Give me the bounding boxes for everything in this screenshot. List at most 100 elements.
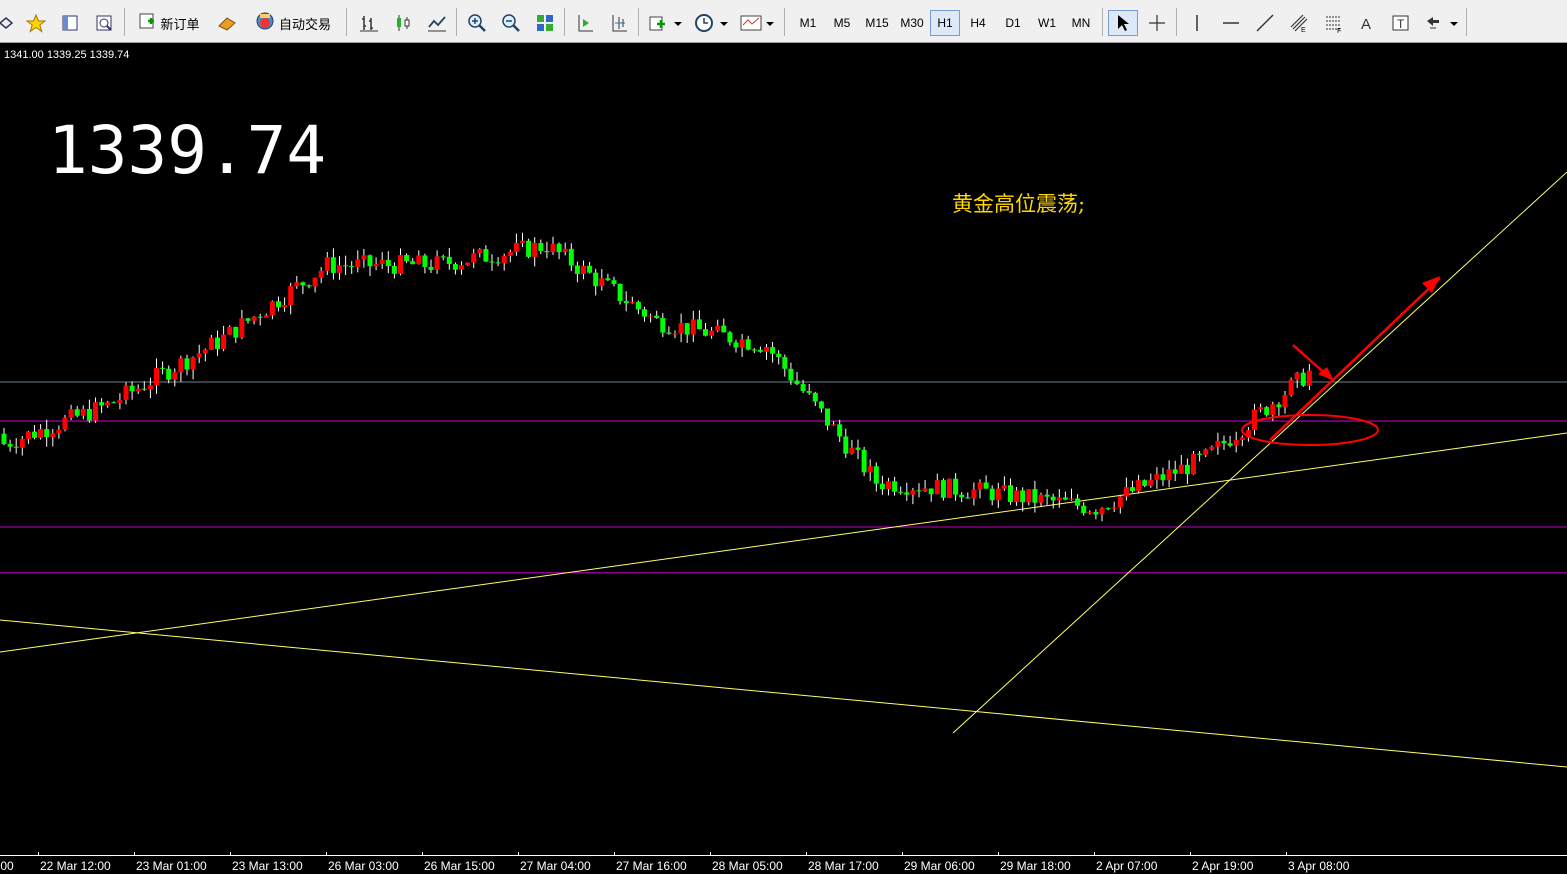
fibonacci-icon[interactable]: F	[1318, 10, 1348, 36]
candle-body	[928, 488, 934, 495]
candle-body	[1264, 407, 1270, 415]
auto-trade-button[interactable]: 自动交易	[244, 10, 342, 36]
cursor-icon[interactable]	[1108, 10, 1138, 36]
horizontal-line-icon[interactable]	[1216, 10, 1246, 36]
favorites-star-icon[interactable]	[22, 10, 50, 36]
candle-body	[349, 266, 355, 268]
tile-windows-icon[interactable]	[530, 10, 560, 36]
candle-body	[526, 240, 532, 257]
candle-body	[208, 337, 214, 350]
candle-body	[422, 255, 428, 267]
trendline-icon[interactable]	[1250, 10, 1280, 36]
time-axis-tick	[230, 852, 231, 856]
toolbar-separator	[1176, 8, 1177, 36]
new-order-button[interactable]: 新订单	[130, 10, 208, 36]
candle-body	[129, 385, 135, 392]
autoscroll-icon[interactable]	[570, 10, 600, 36]
candle-body	[617, 283, 623, 302]
candle-body	[1233, 439, 1239, 446]
candle-body	[635, 302, 641, 310]
timeframe-w1[interactable]: W1	[1031, 10, 1063, 36]
candle-body	[324, 257, 330, 271]
timeframe-mn[interactable]: MN	[1064, 10, 1098, 36]
candle-body	[1294, 372, 1300, 380]
timeframe-m15[interactable]: M15	[860, 10, 894, 36]
time-axis-label: 28 Mar 17:00	[808, 859, 879, 873]
candle-body	[227, 326, 233, 335]
toolbar-separator	[1466, 8, 1467, 36]
candle-body	[318, 270, 324, 278]
timeframe-d1[interactable]: D1	[997, 10, 1029, 36]
timeframe-m30[interactable]: M30	[895, 10, 929, 36]
zoom-in-icon[interactable]	[462, 10, 492, 36]
candlestick-icon[interactable]	[388, 10, 418, 36]
strategy-tester-icon[interactable]	[90, 10, 118, 36]
text-label-icon[interactable]: T	[1386, 10, 1416, 36]
candle-body	[123, 385, 129, 401]
toolbar-separator	[1102, 8, 1103, 36]
time-axis-label: 27 Mar 16:00	[616, 859, 687, 873]
zoom-out-icon[interactable]	[496, 10, 526, 36]
navigator-icon[interactable]	[56, 10, 84, 36]
chart-arrow-icon[interactable]	[0, 10, 16, 36]
candle-body	[904, 492, 910, 495]
candle-body	[154, 367, 159, 386]
candle-body	[184, 358, 190, 370]
candle-body	[733, 342, 739, 348]
crosshair-icon[interactable]	[1142, 10, 1172, 36]
candle-body	[93, 402, 98, 421]
timeframe-h1[interactable]: H1	[930, 10, 960, 36]
timeframe-h4[interactable]: H4	[962, 10, 994, 36]
candle-body	[373, 263, 379, 267]
candle-body	[1093, 512, 1099, 515]
candle-body	[678, 323, 684, 334]
chart-shift-icon[interactable]	[604, 10, 634, 36]
candle-body	[80, 408, 86, 416]
candle-body	[471, 253, 477, 263]
time-axis-tick	[134, 852, 135, 856]
candle-body	[861, 449, 867, 473]
timeframe-m1[interactable]: M1	[792, 10, 824, 36]
candle-body	[160, 367, 166, 369]
candle-body	[867, 466, 873, 473]
arrows-icon[interactable]	[1420, 10, 1462, 36]
indicators-icon[interactable]	[644, 10, 686, 36]
equidistant-channel-icon[interactable]: E	[1284, 10, 1314, 36]
text-icon[interactable]: A	[1352, 10, 1382, 36]
candle-body	[1, 433, 7, 445]
periods-icon[interactable]	[690, 10, 732, 36]
candle-body	[465, 262, 471, 266]
toolbar-separator	[346, 8, 347, 36]
candle-body	[398, 255, 403, 274]
timeframe-m5[interactable]: M5	[826, 10, 858, 36]
auto-trade-label: 自动交易	[278, 17, 331, 33]
time-axis-tick	[326, 852, 327, 856]
bar-chart-icon[interactable]	[354, 10, 384, 36]
candle-body	[1209, 446, 1215, 450]
candle-body	[965, 497, 971, 499]
candle-body	[727, 332, 733, 343]
candle-body	[361, 255, 367, 260]
time-axis: :00 22 Mar 12:00 23 Mar 01:00 23 Mar 13:00…	[0, 852, 1567, 874]
line-chart-icon[interactable]	[422, 10, 452, 36]
toolbar-separator	[124, 8, 125, 36]
candle-body	[1172, 469, 1178, 474]
candle-body	[1081, 505, 1087, 514]
candle-body	[263, 315, 269, 318]
candle-body	[599, 278, 605, 287]
toolbar-separator	[456, 8, 457, 36]
candle-body	[367, 255, 373, 267]
templates-icon[interactable]	[736, 10, 778, 36]
candle-body	[934, 480, 940, 495]
vertical-line-icon[interactable]	[1182, 10, 1212, 36]
candle-body	[806, 390, 812, 393]
candle-body	[831, 424, 837, 426]
candle-body	[660, 317, 666, 333]
candle-body	[1282, 395, 1288, 408]
candle-body	[391, 266, 397, 274]
candle-body	[507, 251, 513, 256]
metaeditor-icon[interactable]	[212, 10, 242, 36]
candle-body	[556, 243, 562, 253]
candle-body	[1014, 490, 1020, 502]
candle-body	[1148, 480, 1154, 486]
